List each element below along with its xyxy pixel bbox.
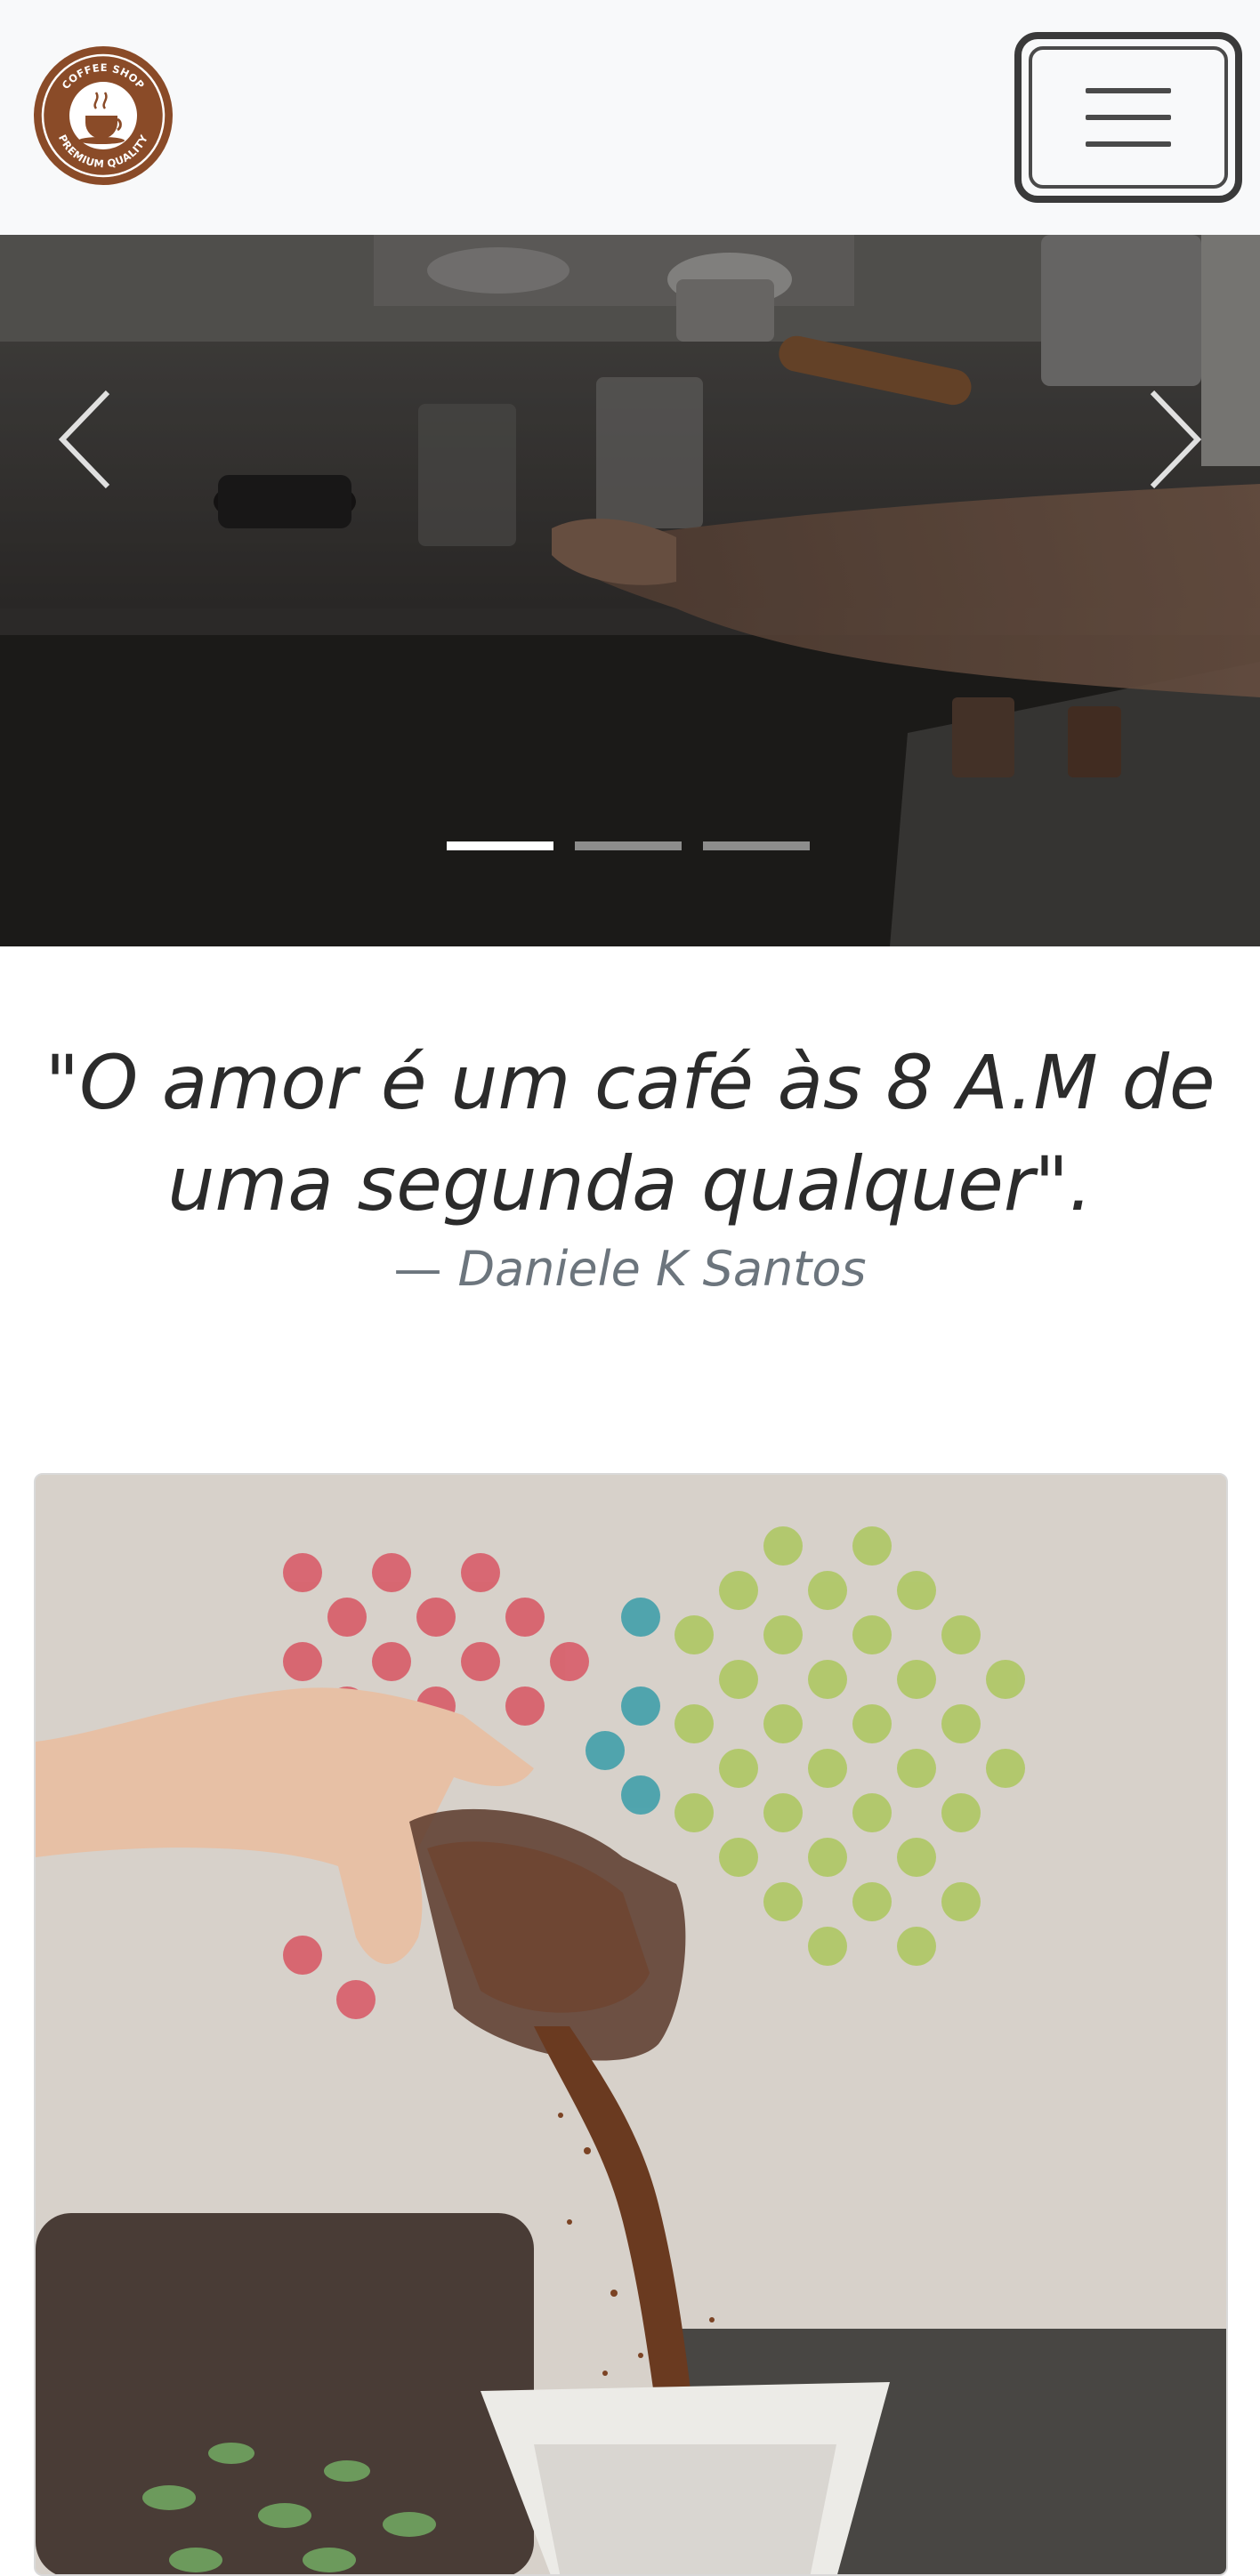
quote-dash: — [393, 1241, 442, 1297]
hero-carousel[interactable] [0, 235, 1260, 946]
menu-toggle-button[interactable] [1014, 32, 1242, 203]
espresso-machine-photo [0, 235, 1260, 946]
hamburger-icon [1029, 46, 1228, 189]
coffee-grounds-photo [36, 1475, 1226, 2574]
quote-section: "O amor é um café às 8 A.M de uma segund… [0, 1032, 1260, 1300]
carousel-indicator-2[interactable] [575, 841, 682, 850]
coffee-cup-icon: COFFEE SHOP PREMIUM QUALITY [36, 48, 171, 183]
chevron-right-icon [1150, 390, 1201, 488]
coffee-card [34, 1473, 1228, 2576]
quote-author-line: — Daniele K Santos [0, 1238, 1260, 1300]
quote-author: Daniele K Santos [457, 1241, 867, 1297]
navbar: COFFEE SHOP PREMIUM QUALITY [0, 0, 1260, 235]
quote-text: "O amor é um café às 8 A.M de uma segund… [44, 1039, 1216, 1228]
carousel-next-button[interactable] [1121, 359, 1228, 519]
carousel-prev-button[interactable] [32, 359, 139, 519]
carousel-indicators [447, 841, 810, 850]
chevron-left-icon [59, 390, 110, 488]
carousel-indicator-1[interactable] [447, 841, 553, 850]
carousel-indicator-3[interactable] [703, 841, 810, 850]
coffee-shop-logo[interactable]: COFFEE SHOP PREMIUM QUALITY [34, 46, 173, 185]
